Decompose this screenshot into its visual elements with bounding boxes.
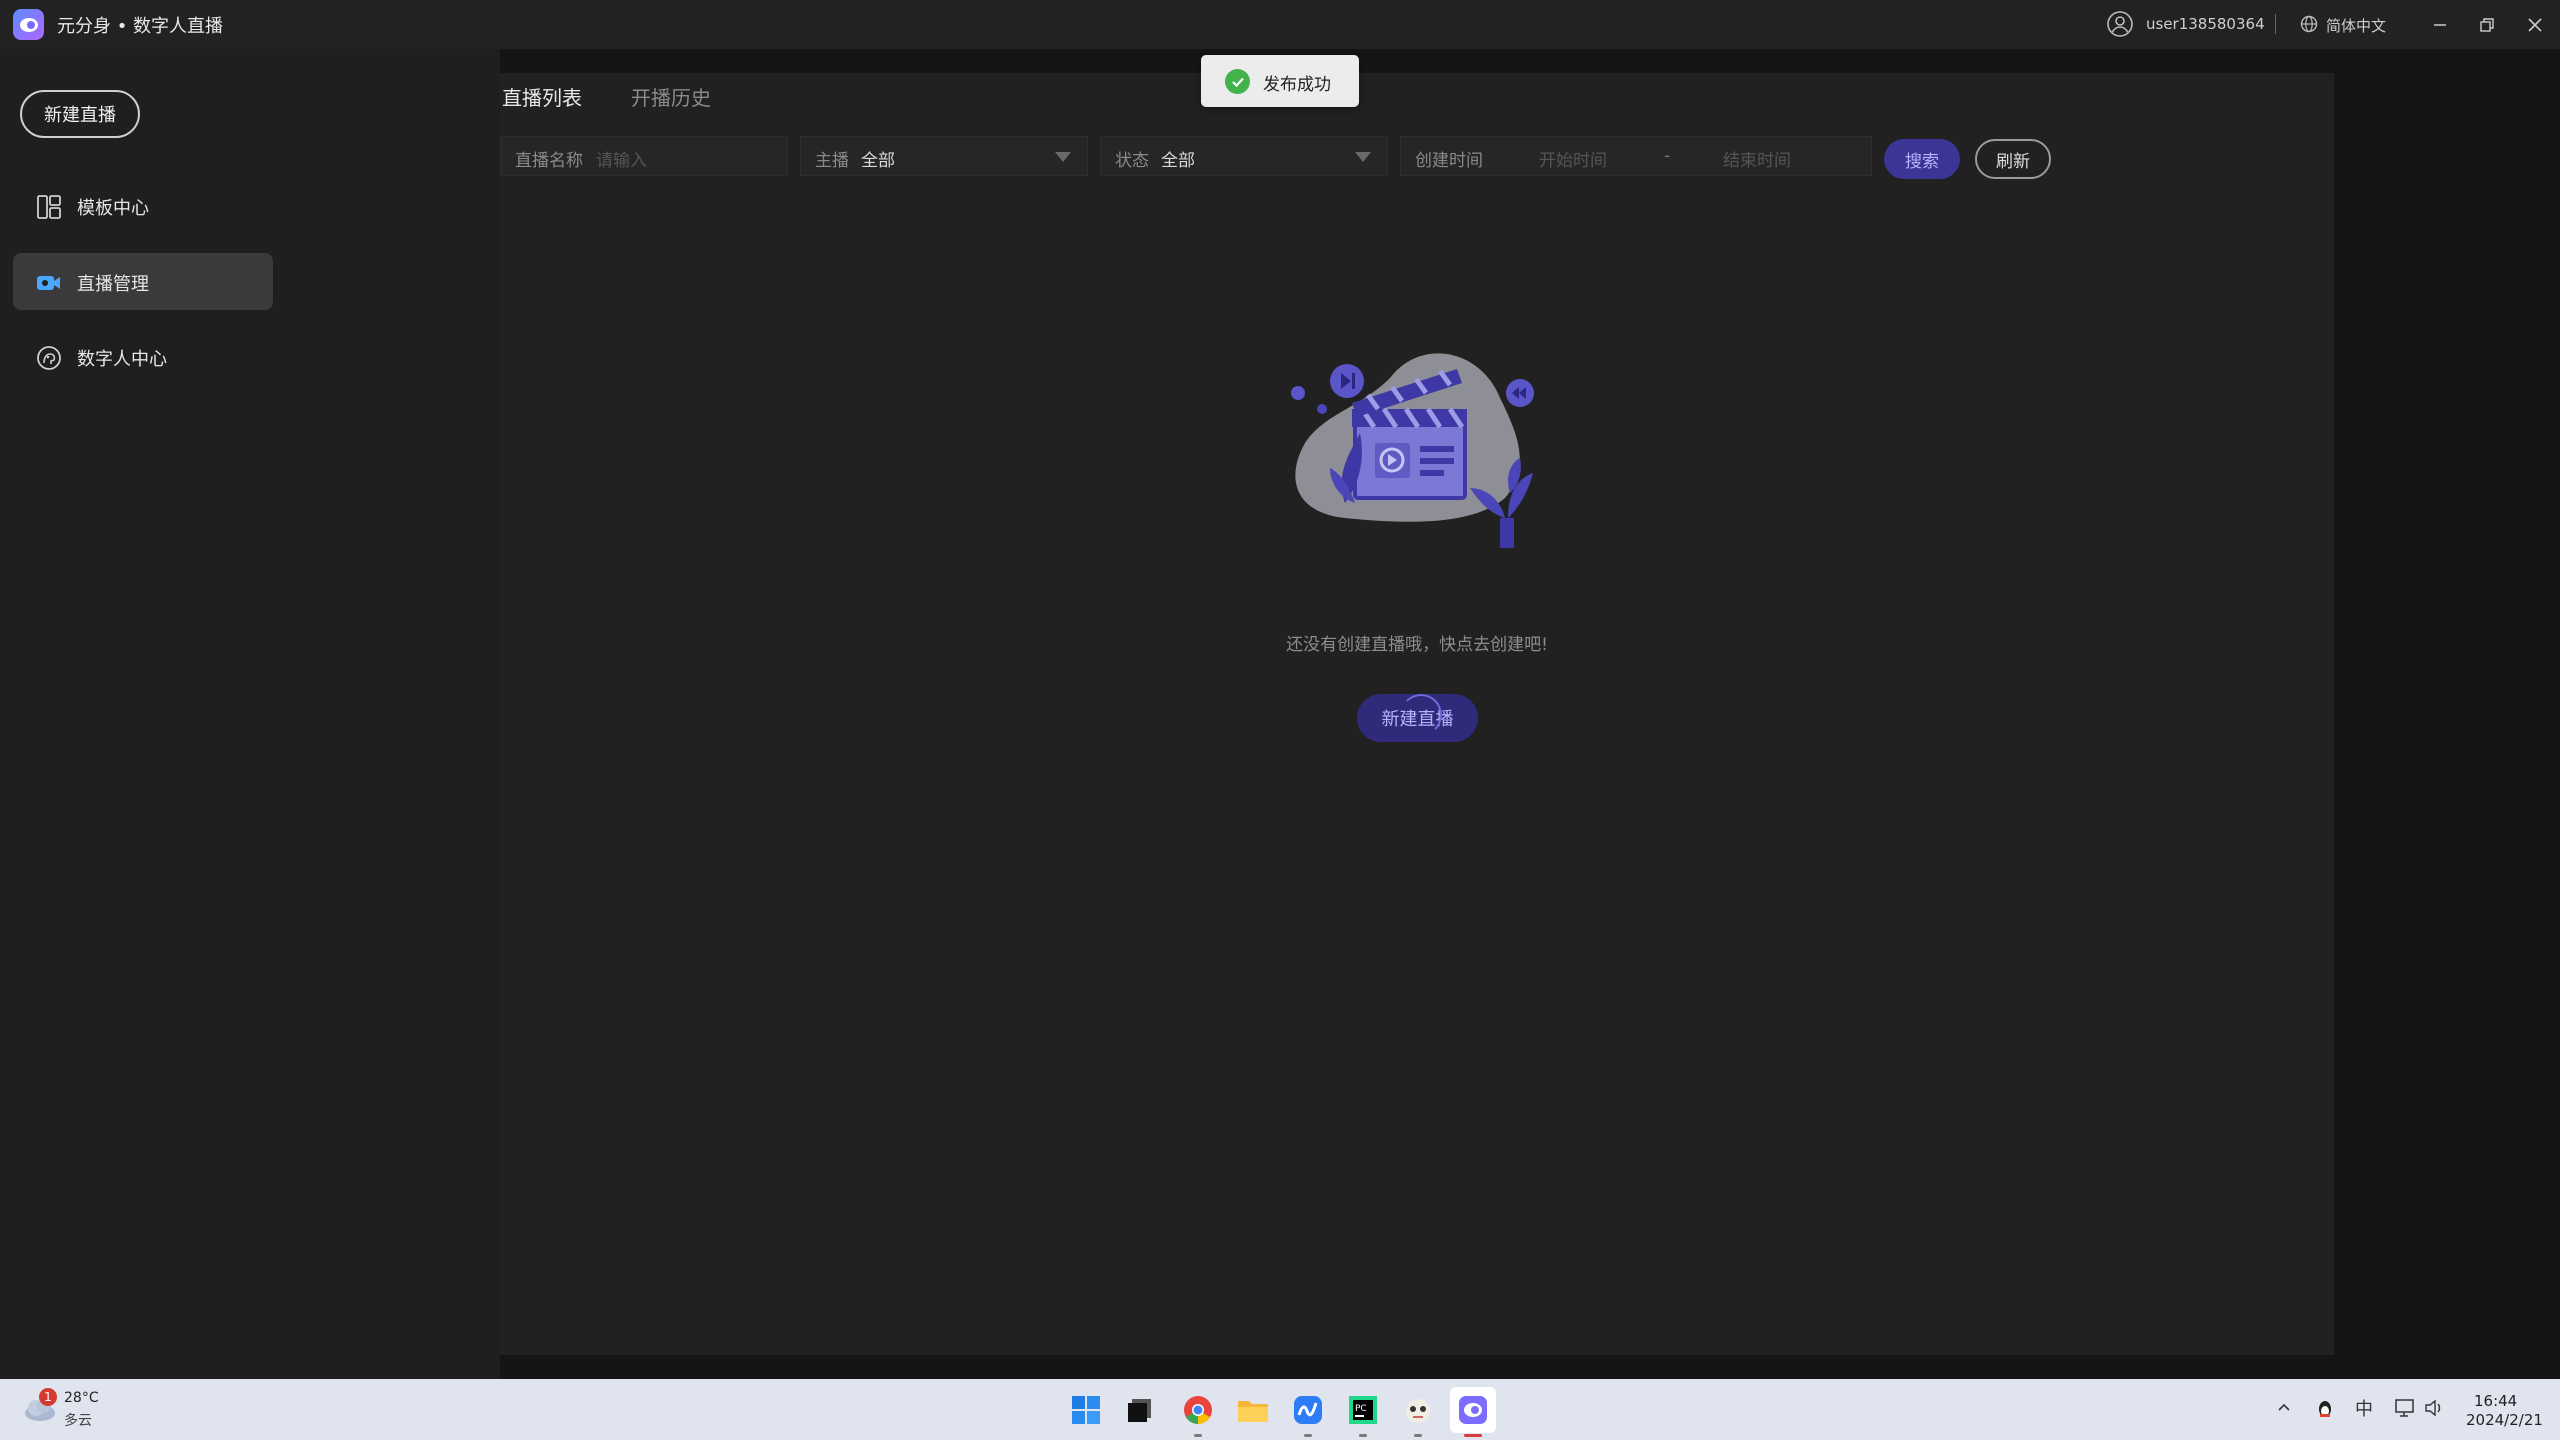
loading-spinner-icon (1400, 694, 1442, 736)
host-value: 全部 (861, 151, 895, 171)
title-divider (2275, 14, 2276, 34)
user-avatar-icon[interactable] (2107, 11, 2133, 41)
chevron-down-icon (1055, 152, 1071, 162)
weather-description[interactable]: 多云 (64, 1410, 92, 1430)
weather-temperature[interactable]: 28°C (64, 1390, 99, 1406)
network-icon[interactable] (2395, 1399, 2417, 1422)
sidebar-item-label: 模板中心 (77, 198, 149, 219)
created-time-range: 创建时间 开始时间 - 结束时间 (1400, 136, 1872, 176)
restore-icon[interactable] (2474, 12, 2500, 38)
yuanfenshen-app-icon[interactable] (1450, 1387, 1496, 1437)
template-icon (36, 194, 62, 220)
host-label: 主播 (815, 151, 849, 171)
file-explorer-icon[interactable] (1236, 1393, 1270, 1427)
tab-live-history[interactable]: 开播历史 (631, 82, 711, 111)
title-bar: 元分身 • 数字人直播 user138580364 简体中文 (0, 0, 2560, 49)
live-camera-icon (36, 270, 62, 296)
qq-penguin-icon[interactable] (2316, 1399, 2334, 1424)
chevron-up-icon[interactable] (2276, 1399, 2292, 1420)
success-toast: 发布成功 (1201, 55, 1359, 107)
user-name[interactable]: user138580364 (2146, 15, 2265, 33)
status-value: 全部 (1161, 151, 1195, 171)
sidebar-item-live-management[interactable]: 直播管理 (13, 253, 273, 310)
task-view-icon[interactable] (1123, 1393, 1157, 1427)
start-time-input[interactable]: 开始时间 (1539, 146, 1607, 171)
clock-date[interactable]: 2024/2/21 (2466, 1411, 2543, 1429)
blue-app-icon[interactable] (1291, 1393, 1325, 1437)
created-time-label: 创建时间 (1415, 151, 1483, 171)
refresh-button[interactable]: 刷新 (1975, 139, 2051, 179)
search-button[interactable]: 搜索 (1884, 139, 1960, 179)
main-panel: 直播列表 开播历史 直播名称 请输入 主播 全部 状态 全部 创建时间 开始时间… (500, 73, 2334, 1355)
empty-state-message: 还没有创建直播哦，快点去创建吧! (1286, 635, 1548, 655)
host-select[interactable]: 主播 全部 (800, 136, 1088, 176)
chrome-icon[interactable] (1181, 1393, 1215, 1437)
end-time-input[interactable]: 结束时间 (1723, 146, 1791, 171)
sidebar-item-templates[interactable]: 模板中心 (13, 177, 273, 234)
pycharm-icon[interactable]: PC (1346, 1393, 1380, 1437)
sidebar-item-label: 数字人中心 (77, 349, 167, 370)
svg-text:PC: PC (1355, 1404, 1367, 1414)
avatar-head-icon (36, 345, 62, 371)
close-icon[interactable] (2522, 12, 2548, 38)
chevron-down-icon (1355, 152, 1371, 162)
status-label: 状态 (1115, 151, 1149, 171)
volume-icon[interactable] (2424, 1399, 2444, 1422)
new-live-button[interactable]: 新建直播 (20, 90, 140, 138)
sidebar-item-label: 直播管理 (77, 274, 149, 295)
app-logo-icon (13, 9, 44, 40)
toast-message: 发布成功 (1263, 75, 1331, 95)
ime-indicator[interactable]: 中 (2355, 1395, 2373, 1421)
live-name-filter: 直播名称 请输入 (500, 136, 788, 176)
app-title: 元分身 • 数字人直播 (57, 16, 224, 37)
weather-alert-badge: 1 (39, 1388, 57, 1406)
live-name-label: 直播名称 (515, 151, 583, 171)
language-selector[interactable]: 简体中文 (2326, 15, 2386, 36)
tab-live-list[interactable]: 直播列表 (502, 82, 582, 111)
live-name-input[interactable]: 请输入 (596, 146, 647, 171)
minimize-icon[interactable] (2427, 12, 2453, 38)
character-app-icon[interactable] (1401, 1393, 1435, 1437)
clock-time[interactable]: 16:44 (2474, 1392, 2517, 1410)
empty-state-illustration (1291, 353, 1534, 548)
status-select[interactable]: 状态 全部 (1100, 136, 1388, 176)
sidebar: 新建直播 模板中心 直播管理 数字人中心 (0, 49, 500, 1379)
taskbar: 1 28°C 多云 PC 中 16:44 2024/2/21 (0, 1379, 2560, 1440)
range-separator: - (1664, 146, 1671, 166)
check-circle-icon (1225, 69, 1250, 94)
globe-icon[interactable] (2300, 15, 2318, 37)
sidebar-item-digital-human[interactable]: 数字人中心 (13, 328, 273, 385)
windows-start-icon[interactable] (1069, 1393, 1103, 1427)
